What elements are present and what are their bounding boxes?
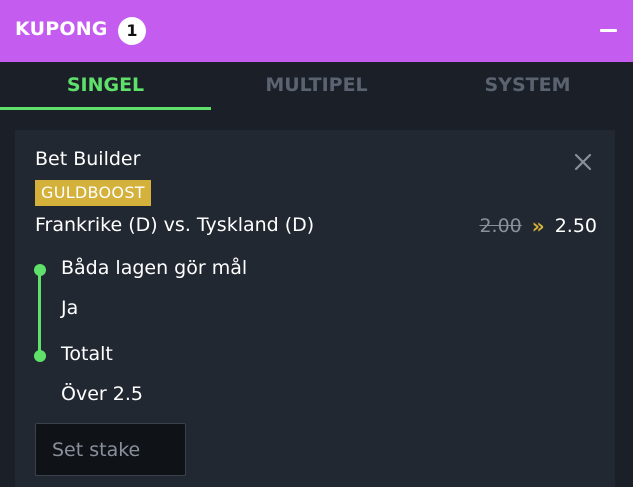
active-tab-indicator xyxy=(0,107,211,110)
odds-row: 2.00 » 2.50 xyxy=(479,214,597,238)
selection-pick: Ja xyxy=(61,297,79,319)
selection-market: Båda lagen gör mål xyxy=(61,257,248,279)
bet-builder-title: Bet Builder xyxy=(35,148,141,170)
selection-pick: Över 2.5 xyxy=(61,383,143,405)
selection-dot xyxy=(34,350,46,362)
coupon-title: KUPONG xyxy=(15,18,108,40)
boosted-odds: 2.50 xyxy=(554,215,597,237)
tab-singel[interactable]: SINGEL xyxy=(0,62,211,110)
bet-card: Bet Builder GULDBOOST Frankrike (D) vs. … xyxy=(15,130,615,487)
minimize-icon[interactable] xyxy=(600,29,617,32)
tab-singel-label: SINGEL xyxy=(66,74,145,96)
old-odds: 2.00 xyxy=(479,215,522,237)
selection-dot xyxy=(34,264,46,276)
coupon-header: KUPONG 1 xyxy=(0,0,633,62)
bet-type-tabs: SINGEL MULTIPEL SYSTEM xyxy=(0,62,633,110)
stake-input[interactable] xyxy=(35,423,186,476)
guldboost-badge: GULDBOOST xyxy=(35,180,151,206)
boost-arrows-icon: » xyxy=(531,214,545,238)
tab-multipel-label: MULTIPEL xyxy=(265,74,368,96)
bet-count-badge: 1 xyxy=(118,17,146,45)
tab-system[interactable]: SYSTEM xyxy=(422,62,633,110)
close-icon[interactable] xyxy=(573,152,593,172)
tab-multipel[interactable]: MULTIPEL xyxy=(211,62,422,110)
match-name: Frankrike (D) vs. Tyskland (D) xyxy=(35,214,315,236)
tab-system-label: SYSTEM xyxy=(484,74,571,96)
selection-market: Totalt xyxy=(61,343,113,365)
selection-timeline-line xyxy=(38,270,41,356)
